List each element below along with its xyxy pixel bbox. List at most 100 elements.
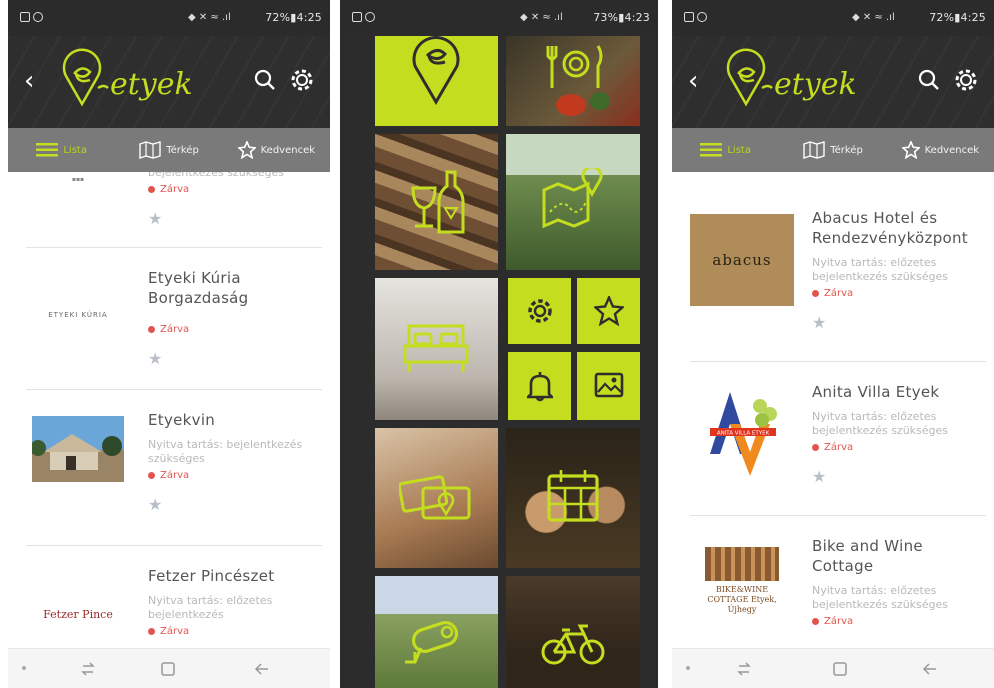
closed-dot-icon — [148, 628, 155, 635]
list-item[interactable]: ▪▪▪ bejelentkezés szükséges Zárva ★ — [8, 172, 330, 248]
tab-label: Térkép — [166, 144, 199, 156]
wine-tile[interactable] — [375, 134, 498, 270]
search-icon[interactable] — [252, 66, 280, 94]
notification-icons — [684, 12, 710, 24]
etyek-pin-icon — [412, 36, 460, 105]
logo-tile[interactable] — [375, 36, 498, 126]
map-tile[interactable] — [506, 134, 640, 270]
signal-icons: ◆ ✕ ≈ .ıl — [188, 12, 231, 23]
bell-icon — [527, 372, 553, 402]
place-name: Etyekvin — [148, 411, 216, 429]
food-tile[interactable] — [506, 36, 640, 126]
notification-icons — [352, 12, 378, 24]
tab-label: Lista — [63, 144, 87, 156]
gallery-tile[interactable] — [577, 352, 640, 420]
recents-icon[interactable] — [80, 661, 96, 677]
favorites-tile[interactable] — [577, 278, 640, 344]
etyek-logo: etyek — [726, 48, 857, 107]
star-icon — [237, 141, 256, 159]
calendar-icon — [547, 470, 599, 522]
status-battery-time: 73%▮4:23 — [593, 11, 650, 24]
status-bar: ◆ ✕ ≈ .ıl 72%▮4:25 — [8, 0, 330, 36]
back-nav-icon[interactable] — [922, 661, 938, 677]
status-badge: Zárva — [812, 288, 986, 299]
favorite-star-icon[interactable]: ★ — [148, 495, 322, 514]
home-icon[interactable] — [160, 661, 176, 677]
tab-kedvencek[interactable]: Kedvencek — [223, 128, 330, 172]
list-item[interactable]: abacus Abacus Hotel és Rendezvényközpont… — [672, 172, 994, 362]
list-item[interactable]: Etyekvin Nyitva tartás: bejelentkezés sz… — [8, 390, 330, 546]
gear-icon[interactable] — [288, 66, 316, 94]
place-logo: Fetzer Pince — [43, 607, 113, 621]
back-button[interactable]: ‹ — [688, 68, 698, 94]
place-logo: ANITA VILLA ETYEK — [690, 384, 794, 480]
tab-bar: Lista Térkép Kedvencek — [8, 128, 330, 172]
app-bar: ‹ etyek — [8, 36, 330, 128]
tab-label: Térkép — [830, 144, 863, 156]
list-item[interactable]: ETYEKI KÚRIA Etyeki Kúria Borgazdaság Zá… — [8, 248, 330, 390]
favorite-star-icon[interactable]: ★ — [812, 467, 986, 486]
bike-tile[interactable] — [506, 576, 640, 688]
opening-hours: bejelentkezés szükséges — [148, 172, 285, 179]
status-battery-time: 72%▮4:25 — [929, 11, 986, 24]
cutlery-icon — [546, 45, 603, 88]
place-name: Anita Villa Etyek — [812, 383, 940, 401]
credit-card-icon — [399, 475, 471, 520]
status-bar: ◆ ✕ ≈ .ıl 72%▮4:25 — [672, 0, 994, 36]
camera-tile[interactable] — [375, 576, 498, 688]
favorite-star-icon[interactable]: ★ — [148, 349, 322, 368]
search-icon[interactable] — [916, 66, 944, 94]
nav-dot-icon — [22, 666, 26, 670]
brand-text: etyek — [774, 67, 857, 102]
gear-icon[interactable] — [952, 66, 980, 94]
favorite-star-icon[interactable]: ★ — [148, 209, 322, 228]
signal-icons: ◆ ✕ ≈ .ıl — [520, 12, 563, 23]
image-icon — [594, 372, 624, 398]
tab-lista[interactable]: Lista — [8, 128, 115, 172]
nav-dot-icon — [686, 666, 690, 670]
home-icon[interactable] — [832, 661, 848, 677]
gear-icon — [528, 299, 552, 323]
place-name: Bike and Wine Cottage — [812, 537, 923, 575]
tab-kedvencek[interactable]: Kedvencek — [887, 128, 994, 172]
place-logo: BIKE&WINE COTTAGE Etyek, Újhegy — [690, 538, 794, 624]
closed-dot-icon — [812, 444, 819, 451]
list-item[interactable]: ANITA VILLA ETYEK Anita Villa Etyek Nyit… — [672, 362, 994, 516]
status-bar: ◆ ✕ ≈ .ıl 73%▮4:23 — [340, 0, 658, 36]
map-pin-icon — [542, 168, 603, 228]
map-icon — [139, 141, 161, 159]
back-button[interactable]: ‹ — [24, 68, 34, 94]
recents-icon[interactable] — [736, 661, 752, 677]
closed-dot-icon — [812, 290, 819, 297]
place-logo: ETYEKI KÚRIA — [48, 311, 108, 319]
events-tile[interactable] — [506, 428, 640, 568]
closed-dot-icon — [812, 618, 819, 625]
tab-terkep[interactable]: Térkép — [115, 128, 222, 172]
place-name: Etyeki Kúria Borgazdaság — [148, 269, 249, 307]
list-item[interactable]: Fetzer Pince Fetzer Pincészet Nyitva tar… — [8, 546, 330, 648]
tab-label: Lista — [727, 144, 751, 156]
place-list: ▪▪▪ bejelentkezés szükséges Zárva ★ ETYE… — [8, 172, 330, 648]
system-nav-bar — [8, 648, 330, 688]
phone-screen-list-2: ◆ ✕ ≈ .ıl 72%▮4:25 ‹ etyek Lista Térkép … — [672, 0, 994, 688]
signal-icons: ◆ ✕ ≈ .ıl — [852, 12, 895, 23]
tab-terkep[interactable]: Térkép — [779, 128, 886, 172]
favorite-star-icon[interactable]: ★ — [812, 313, 986, 332]
star-icon — [901, 141, 920, 159]
accommodation-tile[interactable] — [375, 278, 498, 420]
place-logo: ▪▪▪ — [71, 175, 85, 183]
webcam-icon — [405, 621, 459, 664]
notification-icons — [20, 12, 46, 24]
opening-hours: Nyitva tartás: előzetes bejelentkezés sz… — [812, 410, 949, 437]
back-nav-icon[interactable] — [254, 661, 270, 677]
phone-screen-list-1: ◆ ✕ ≈ .ıl 72%▮4:25 ‹ etyek Lista Térkép … — [8, 0, 330, 688]
settings-tile[interactable] — [508, 278, 571, 344]
map-icon — [803, 141, 825, 159]
payment-tile[interactable] — [375, 428, 498, 568]
tab-bar: Lista Térkép Kedvencek — [672, 128, 994, 172]
notifications-tile[interactable] — [508, 352, 571, 420]
list-item[interactable]: BIKE&WINE COTTAGE Etyek, Újhegy Bike and… — [672, 516, 994, 648]
status-badge: Zárva — [148, 626, 322, 637]
place-name: Abacus Hotel és Rendezvényközpont — [812, 209, 968, 247]
tab-lista[interactable]: Lista — [672, 128, 779, 172]
